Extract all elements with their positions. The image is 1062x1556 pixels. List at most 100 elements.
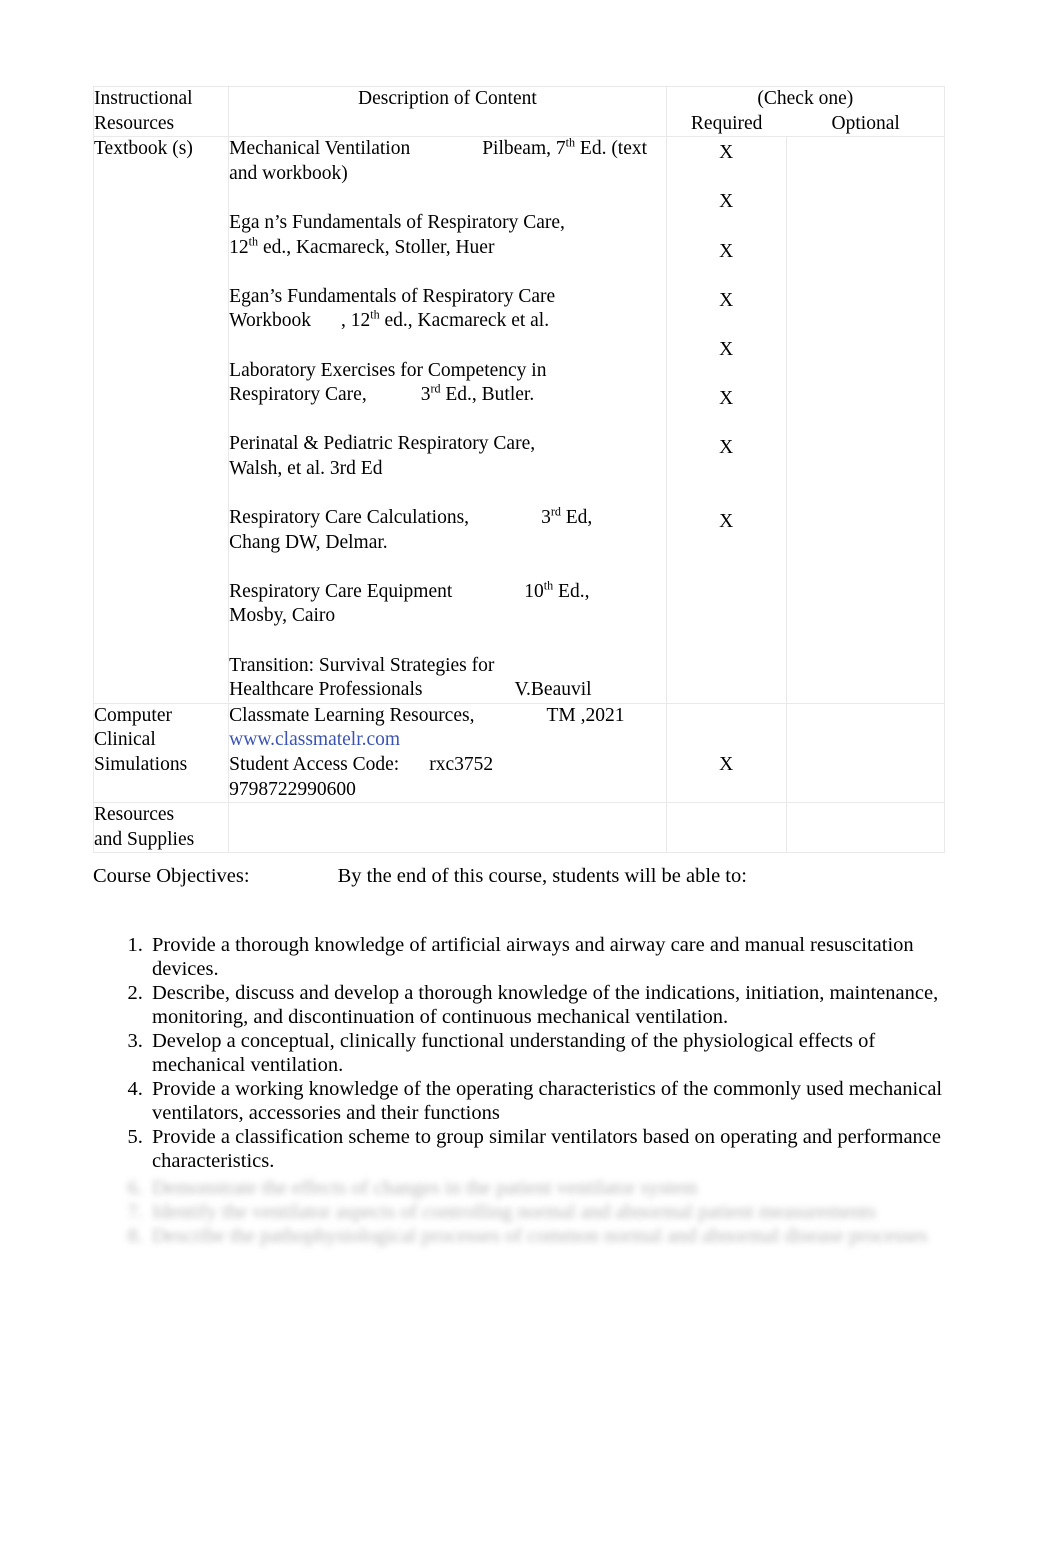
book-6-author: Chang DW, Delmar. (229, 531, 388, 553)
supplies-label-line2: and Supplies (94, 828, 195, 850)
sim-label-line1: Computer (94, 704, 172, 726)
book-7-author: Mosby, Cairo (229, 605, 336, 627)
book-entry-6: Respiratory Care Calculations, 3rd Ed, Ch… (229, 506, 666, 555)
book-entry-1: Mechanical Ventilation Pilbeam, 7th Ed. (… (229, 137, 666, 186)
list-item: Provide a thorough knowledge of artifici… (148, 933, 968, 981)
book-1-title: Mechanical Ventilation (229, 138, 411, 160)
header-check-one: (Check one) (757, 88, 854, 109)
sim-label-line3: Simulations (94, 754, 188, 776)
header-optional: Optional (786, 111, 945, 137)
table-row-computer-simulations: Computer Clinical Simulations Classmate … (92, 702, 946, 804)
book-2-title: Ega n’s Fundamentals of Respiratory Care… (229, 211, 565, 233)
book-6-title: Respiratory Care Calculations, (229, 507, 470, 529)
list-item: Describe, discuss and develop a thorough… (148, 981, 968, 1029)
instructional-resources-table: Instructional Resources Description of C… (92, 85, 946, 854)
book-3-sup: th (370, 307, 380, 322)
required-column-supplies (665, 802, 787, 854)
book-7-ednum: 10 (524, 580, 544, 602)
book-entry-4: Laboratory Exercises for Competency in R… (229, 359, 666, 408)
course-objectives-heading: Course Objectives: By the end of this cou… (93, 863, 747, 889)
book-7-edition: Ed., (553, 580, 590, 602)
required-mark-3: X (719, 240, 734, 262)
classmate-tm-year: TM ,2021 (546, 704, 625, 726)
required-mark-6: X (719, 388, 734, 410)
header-check-one-group: (Check one) Required Optional (665, 85, 946, 138)
header-line-2: Resources (94, 112, 175, 134)
sim-label-line2: Clinical (94, 729, 156, 751)
book-3-authors: ed., Kacmareck et al. (379, 310, 550, 332)
book-7-title: Respiratory Care Equipment (229, 580, 453, 602)
book-4-subject: Respiratory Care, (229, 384, 367, 406)
book-2-vol: 12 (229, 236, 249, 258)
required-mark-simulations: X (719, 754, 734, 776)
book-2-authors: ed., Kacmareck, Stoller, Huer (258, 236, 495, 258)
book-6-sup: rd (550, 504, 561, 519)
required-mark-1: X (719, 142, 734, 164)
document-page: Instructional Resources Description of C… (0, 0, 1062, 1556)
optional-column-supplies (785, 802, 946, 854)
book-4-title: Laboratory Exercises for Competency in (229, 359, 547, 381)
required-mark-5: X (719, 338, 734, 360)
required-column-textbooks: X X X X X X X X (665, 136, 787, 704)
row-label-resources-supplies: Resources and Supplies (92, 802, 230, 854)
classmate-url-link[interactable]: www.classmatelr.com (229, 728, 666, 753)
list-item: Provide a classification scheme to group… (148, 1125, 968, 1173)
optional-column-textbooks (785, 136, 946, 704)
book-4-sup: rd (430, 381, 441, 396)
book-entry-5: Perinatal & Pediatric Respiratory Care, … (229, 432, 666, 481)
book-2-sup: th (248, 234, 259, 249)
row-label-computer-simulations: Computer Clinical Simulations (92, 702, 230, 804)
list-item-faded: Describe the pathophysiological processe… (148, 1224, 1048, 1248)
row-label-textbooks: Textbook (s) (92, 136, 230, 704)
table-header-row: Instructional Resources Description of C… (92, 85, 946, 138)
table-row-textbooks: Textbook (s) Mechanical Ventilation Pilbe… (92, 136, 946, 704)
course-objectives-label: Course Objectives: (93, 865, 250, 887)
faded-objectives-list: Demonstrate the effects of changes in th… (93, 1176, 1048, 1248)
table-row-resources-supplies: Resources and Supplies (92, 802, 946, 854)
computer-simulations-content: Classmate Learning Resources, TM ,2021 ww… (228, 702, 667, 804)
textbook-label: Textbook (s) (94, 138, 193, 160)
list-item-faded: Demonstrate the effects of changes in th… (148, 1176, 1048, 1200)
header-required: Required (666, 111, 787, 137)
book-entry-8: Transition: Survival Strategies for Heal… (229, 654, 666, 703)
required-mark-8: X (719, 511, 734, 533)
resources-supplies-content (228, 802, 667, 854)
classmate-title: Classmate Learning Resources, (229, 704, 475, 726)
book-1-sup: th (565, 135, 576, 150)
book-3-title: Egan’s Fundamentals of Respiratory Care (229, 285, 556, 307)
required-mark-7: X (719, 437, 734, 459)
book-3-workbook: Workbook (229, 310, 311, 332)
book-3-vol: , 12 (341, 310, 371, 332)
optional-column-simulations (785, 702, 946, 804)
header-line-1: Instructional (94, 88, 193, 109)
book-1-author: Pilbeam, 7 (482, 138, 566, 160)
book-7-sup: th (543, 578, 554, 593)
book-8-title: Transition: Survival Strategies for (229, 654, 495, 676)
header-description-of-content: Description of Content (228, 85, 667, 138)
supplies-label-line1: Resources (94, 804, 175, 826)
book-entry-2: Ega n’s Fundamentals of Respiratory Care… (229, 211, 666, 260)
book-entry-7: Respiratory Care Equipment 10th Ed., Mosb… (229, 578, 666, 629)
book-5-author: Walsh, et al. 3rd Ed (229, 457, 383, 479)
course-objectives-lead: By the end of this course, students will… (337, 865, 747, 887)
book-8-subtitle: Healthcare Professionals (229, 679, 423, 701)
list-item: Develop a conceptual, clinically functio… (148, 1029, 968, 1077)
book-4-author: Ed., Butler. (440, 384, 535, 406)
book-1-edition: Ed. (text (575, 138, 648, 160)
student-access-code-label: Student Access Code: (229, 754, 400, 776)
book-6-ednum: 3 (541, 507, 551, 529)
book-entry-3: Egan’s Fundamentals of Respiratory Care … (229, 285, 666, 334)
list-item: Provide a working knowledge of the opera… (148, 1077, 968, 1125)
required-mark-2: X (719, 191, 734, 213)
required-mark-4: X (719, 289, 734, 311)
book-5-title: Perinatal & Pediatric Respiratory Care, (229, 433, 536, 455)
book-6-edition: Ed, (560, 507, 593, 529)
book-4-ednum: 3 (420, 384, 431, 406)
